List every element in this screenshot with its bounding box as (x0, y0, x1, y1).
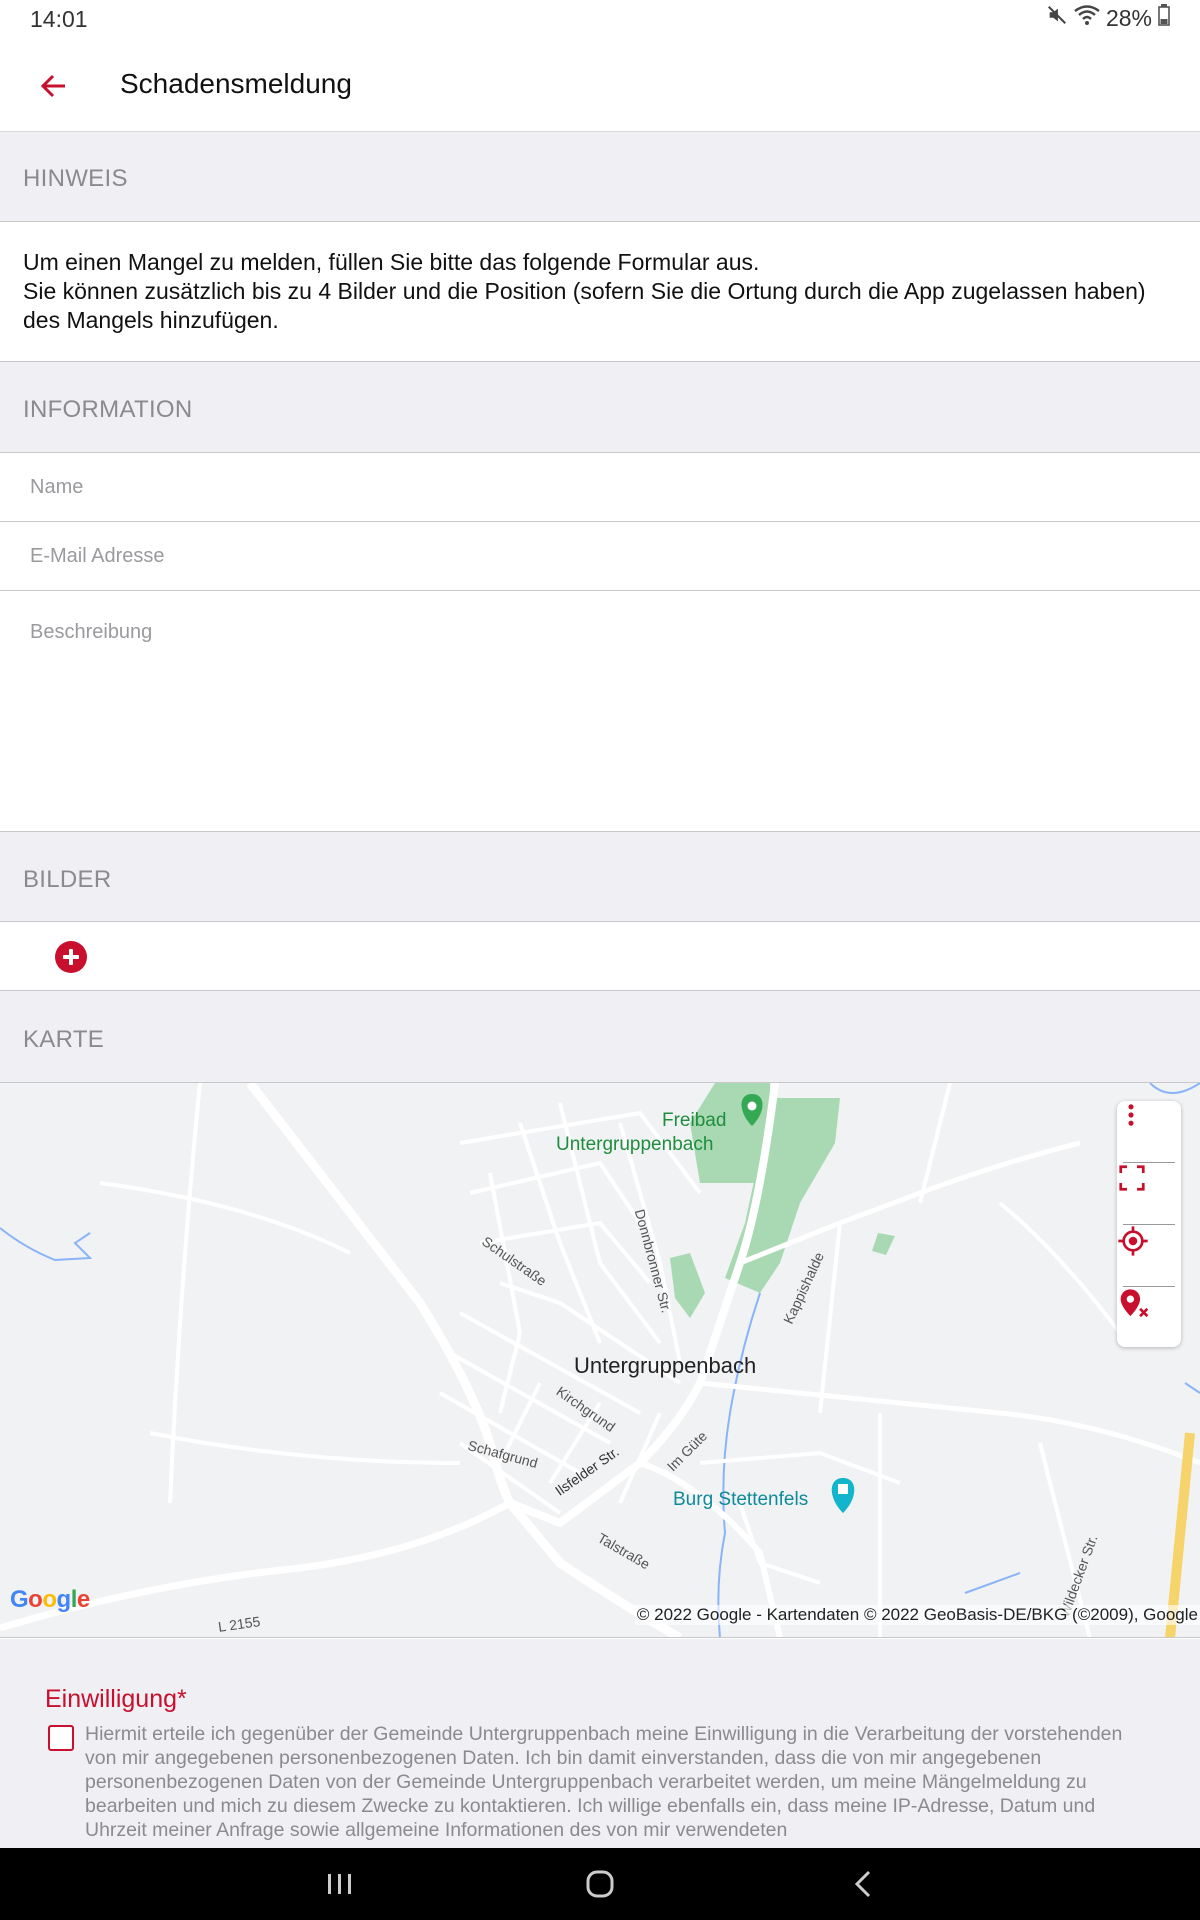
section-bilder: BILDER (0, 832, 1200, 922)
add-image-button[interactable] (55, 941, 87, 973)
stream (1184, 1382, 1200, 1394)
section-information: INFORMATION (0, 362, 1200, 453)
hint-text: Um einen Mangel zu melden, füllen Sie bi… (23, 248, 1183, 335)
home-button[interactable] (580, 1866, 620, 1902)
stream (717, 1292, 761, 1637)
map-label-freibad: Freibad (662, 1110, 727, 1131)
name-field (0, 453, 1200, 522)
hint-line-2: Sie können zusätzlich bis zu 4 Bilder un… (23, 278, 1146, 333)
hint-line-1: Um einen Mangel zu melden, füllen Sie bi… (23, 249, 760, 275)
back-button[interactable] (34, 66, 74, 106)
email-field (0, 522, 1200, 591)
app-bar: Schadensmeldung (0, 38, 1200, 132)
mute-icon (1046, 4, 1068, 32)
wifi-icon (1074, 4, 1100, 32)
map-copyright: © 2022 Google - Kartendaten © 2022 GeoBa… (634, 1605, 1200, 1625)
google-logo: Google (10, 1586, 90, 1613)
description-field (0, 591, 1200, 832)
stream (1149, 1083, 1200, 1094)
status-icons: 28% (1046, 4, 1170, 32)
consent-text: Hiermit erteile ich gegenüber der Gemein… (85, 1723, 1123, 1841)
section-label-bilder: BILDER (23, 866, 112, 893)
app-root: 14:01 28% Schadensmeldung HINWEIS Um ein… (0, 0, 1200, 1920)
map-clear-location-button[interactable] (1117, 1287, 1181, 1347)
more-vert-icon (1128, 1104, 1134, 1126)
system-nav-bar (0, 1848, 1200, 1920)
map-fullscreen-button[interactable] (1117, 1163, 1181, 1223)
status-time: 14:01 (30, 6, 88, 32)
map-view[interactable]: Freibad Untergruppenbach Untergruppenbac… (0, 1083, 1200, 1638)
fullscreen-icon (1119, 1165, 1145, 1191)
status-bar: 14:01 28% (0, 0, 1200, 38)
section-hinweis: HINWEIS (0, 132, 1200, 222)
email-input[interactable] (30, 522, 1170, 591)
section-label-information: INFORMATION (23, 396, 193, 423)
hint-text-box: Um einen Mangel zu melden, füllen Sie bi… (0, 222, 1200, 362)
map-label-burg: Burg Stettenfels (673, 1489, 809, 1510)
section-label-karte: KARTE (23, 1026, 105, 1053)
map-more-button[interactable] (1117, 1101, 1181, 1161)
map-controls (1117, 1101, 1181, 1347)
nav-back-button[interactable] (845, 1866, 885, 1902)
recent-apps-button[interactable] (320, 1866, 360, 1902)
map-locate-button[interactable] (1117, 1225, 1181, 1285)
map-label-town: Untergruppenbach (574, 1353, 757, 1378)
arrow-left-icon (40, 74, 65, 98)
battery-percent: 28% (1105, 4, 1152, 31)
recent-apps-icon (328, 1874, 351, 1894)
my-location-icon (1118, 1226, 1148, 1256)
battery-icon (1158, 4, 1170, 32)
section-label-hinweis: HINWEIS (23, 165, 128, 192)
road (699, 1380, 1200, 1466)
description-input[interactable] (30, 621, 1170, 791)
page-title: Schadensmeldung (120, 68, 352, 99)
consent-section: Einwilligung* Hiermit erteile ich gegenü… (0, 1639, 1200, 1848)
name-input[interactable] (30, 453, 1170, 522)
consent-checkbox[interactable] (48, 1725, 74, 1751)
park-area (872, 1233, 895, 1255)
castle-marker (831, 1478, 855, 1513)
images-row (0, 922, 1200, 991)
home-icon (586, 1870, 614, 1898)
section-karte: KARTE (0, 991, 1200, 1083)
park-area (670, 1253, 705, 1318)
back-icon (854, 1870, 871, 1898)
map-label-freibad-town: Untergruppenbach (556, 1134, 714, 1155)
consent-title: Einwilligung* (45, 1685, 187, 1713)
stream (964, 1572, 1021, 1594)
stream (0, 1227, 93, 1262)
clear-location-icon (1120, 1289, 1149, 1318)
